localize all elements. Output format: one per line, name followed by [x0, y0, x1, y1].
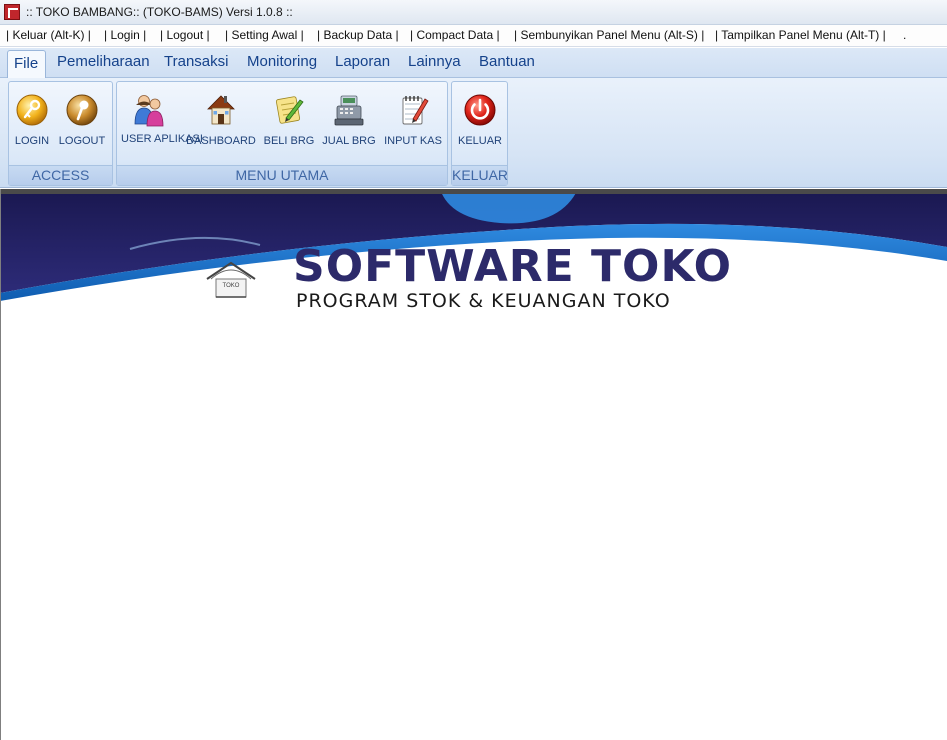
tab-bantuan[interactable]: Bantuan [479, 53, 535, 70]
keluar-label: KELUAR [457, 135, 503, 147]
house-icon [207, 95, 235, 125]
tab-lainnya[interactable]: Lainnya [408, 53, 461, 70]
menu-keluar[interactable]: | Keluar (Alt-K) | [6, 28, 91, 42]
user-aplikasi-label: USER APLIKASI [121, 133, 203, 145]
tab-pemeliharaan[interactable]: Pemeliharaan [57, 53, 150, 70]
beli-brg-label: BELI BRG [263, 135, 315, 147]
menu-setting-awal[interactable]: | Setting Awal | [225, 28, 304, 42]
ribbon-tabs: File Pemeliharaan Transaksi Monitoring L… [0, 48, 947, 78]
menu-login[interactable]: | Login | [104, 28, 146, 42]
users-icon [134, 95, 164, 127]
logout-label: LOGOUT [58, 135, 106, 147]
tab-file[interactable]: File [7, 50, 47, 78]
menu-backup-data[interactable]: | Backup Data | [317, 28, 399, 42]
key-icon [16, 94, 48, 126]
keluar-button[interactable]: KELUAR [455, 92, 505, 148]
group-title: ACCESS [9, 165, 112, 185]
ribbon-panel: LOGIN LOGOUT ACCESS USER APLIKASI DASHBO… [0, 78, 947, 188]
key-icon [66, 94, 98, 126]
menu-compact-data[interactable]: | Compact Data | [410, 28, 500, 42]
menu-sembunyikan-panel[interactable]: | Sembunyikan Panel Menu (Alt-S) | [514, 28, 704, 42]
logo-text: TOKO [222, 283, 240, 289]
notepad-pencil-icon [275, 96, 304, 124]
group-access: LOGIN LOGOUT ACCESS [8, 81, 113, 186]
login-label: LOGIN [14, 135, 50, 147]
jual-brg-button[interactable]: JUAL BRG [319, 92, 379, 148]
input-kas-label: INPUT KAS [384, 135, 442, 147]
banner-title: SOFTWARE TOKO [293, 241, 732, 292]
toko-logo: TOKO [203, 257, 259, 303]
input-kas-button[interactable]: INPUT KAS [381, 92, 445, 148]
dashboard-button[interactable]: DASHBOARD [185, 92, 257, 148]
tab-monitoring[interactable]: Monitoring [247, 53, 317, 70]
menu-tampilkan-panel[interactable]: | Tampilkan Panel Menu (Alt-T) | [715, 28, 886, 42]
beli-brg-button[interactable]: BELI BRG [261, 92, 317, 148]
banner-subtitle: PROGRAM STOK & KEUANGAN TOKO [296, 290, 671, 312]
user-aplikasi-button[interactable]: USER APLIKASI [121, 92, 203, 146]
group-keluar: KELUAR KELUAR [451, 81, 508, 186]
menu-logout[interactable]: | Logout | [160, 28, 210, 42]
title-bar: :: TOKO BAMBANG:: (TOKO-BAMS) Versi 1.0.… [0, 0, 947, 25]
app-icon[interactable] [4, 4, 20, 20]
menu-dot: . [903, 28, 907, 42]
group-menu-utama: USER APLIKASI DASHBOARD BELI BRG JUAL BR… [116, 81, 448, 186]
window-border [0, 189, 1, 740]
notebook-pencil-icon [402, 96, 429, 125]
logout-button[interactable]: LOGOUT [56, 92, 108, 148]
tab-transaksi[interactable]: Transaksi [164, 53, 228, 70]
cash-register-icon [334, 95, 364, 126]
jual-brg-label: JUAL BRG [322, 135, 376, 147]
login-button[interactable]: LOGIN [12, 92, 52, 148]
window-title: :: TOKO BAMBANG:: (TOKO-BAMS) Versi 1.0.… [26, 5, 293, 19]
tab-laporan[interactable]: Laporan [335, 53, 390, 70]
shortcut-menu-bar: | Keluar (Alt-K) | | Login | | Logout | … [0, 25, 947, 47]
dashboard-label: DASHBOARD [186, 135, 256, 147]
power-icon [464, 94, 496, 126]
group-title: KELUAR [452, 165, 509, 185]
group-title: MENU UTAMA [117, 165, 447, 185]
hut-icon [206, 261, 256, 298]
